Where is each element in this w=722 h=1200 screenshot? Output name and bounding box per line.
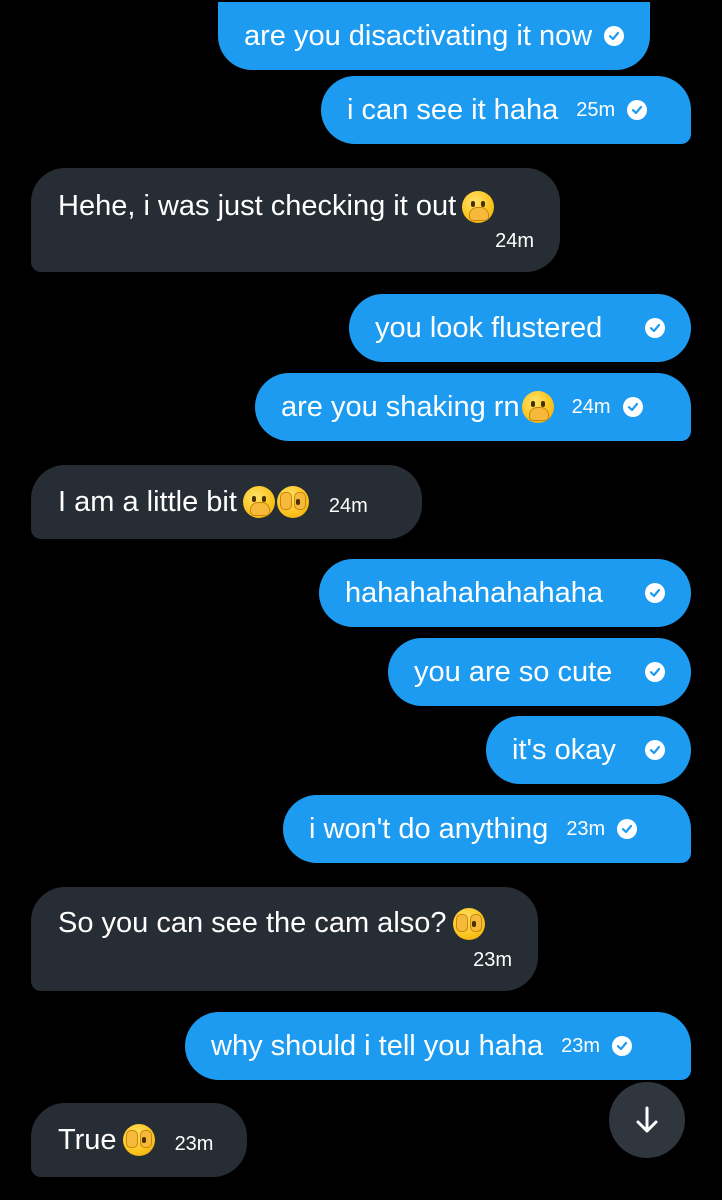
message-text: it's okay bbox=[512, 733, 616, 766]
message-time: 23m bbox=[561, 1034, 601, 1057]
read-receipt-icon bbox=[645, 583, 665, 603]
read-receipt-icon bbox=[645, 662, 665, 682]
hand-over-mouth-emoji bbox=[521, 391, 554, 423]
sent-message[interactable]: i can see it haha 25m bbox=[321, 76, 691, 144]
peeking-emoji bbox=[452, 907, 485, 940]
arrow-down-icon bbox=[636, 1106, 658, 1133]
sent-message[interactable]: hahahahahahahaha bbox=[319, 559, 691, 627]
message-time: 23m bbox=[566, 817, 606, 840]
read-receipt-icon bbox=[612, 1036, 633, 1056]
message-text: I am a little bit bbox=[58, 485, 237, 518]
message-text: i can see it haha bbox=[347, 93, 559, 126]
message-time: 24m bbox=[571, 395, 611, 418]
message-text: you are so cute bbox=[414, 655, 613, 688]
read-receipt-icon bbox=[622, 397, 643, 417]
message-time: 23m bbox=[473, 949, 512, 971]
message-text: True bbox=[58, 1123, 117, 1156]
received-message[interactable]: True 23m bbox=[31, 1103, 247, 1177]
message-time: 24m bbox=[328, 494, 368, 517]
message-text: hahahahahahahaha bbox=[345, 576, 604, 609]
peeking-emoji bbox=[122, 1124, 155, 1156]
received-message[interactable]: Hehe, i was just checking it out 24m bbox=[31, 168, 560, 272]
scroll-to-bottom-button[interactable] bbox=[609, 1082, 685, 1158]
hand-over-mouth-emoji bbox=[242, 486, 275, 518]
message-text: are you shaking rn bbox=[281, 390, 520, 423]
message-text: So you can see the cam also? bbox=[58, 907, 447, 939]
sent-message[interactable]: are you disactivating it now bbox=[218, 2, 651, 70]
sent-message[interactable]: it's okay bbox=[486, 716, 691, 784]
read-receipt-icon bbox=[645, 318, 665, 338]
peeking-emoji bbox=[276, 486, 309, 518]
sent-message[interactable]: are you shaking rn 24m bbox=[255, 373, 691, 441]
message-time: 24m bbox=[495, 230, 534, 252]
message-text: Hehe, i was just checking it out bbox=[58, 190, 457, 222]
read-receipt-icon bbox=[617, 819, 638, 839]
sent-message[interactable]: you are so cute bbox=[388, 638, 691, 706]
received-message[interactable]: I am a little bit 24m bbox=[31, 465, 422, 539]
hand-over-mouth-emoji bbox=[462, 190, 495, 223]
received-message[interactable]: So you can see the cam also? 23m bbox=[31, 887, 538, 991]
message-text: i won't do anything bbox=[309, 812, 549, 845]
sent-message[interactable]: why should i tell you haha 23m bbox=[185, 1012, 691, 1080]
read-receipt-icon bbox=[604, 26, 625, 46]
read-receipt-icon bbox=[645, 740, 665, 760]
sent-message[interactable]: i won't do anything 23m bbox=[283, 795, 691, 863]
message-text: are you disactivating it now bbox=[244, 19, 593, 52]
message-text: you look flustered bbox=[375, 311, 603, 344]
message-time: 23m bbox=[174, 1132, 214, 1155]
sent-message[interactable]: you look flustered bbox=[349, 294, 691, 362]
message-text: why should i tell you haha bbox=[211, 1029, 544, 1062]
message-time: 25m bbox=[576, 98, 616, 121]
read-receipt-icon bbox=[627, 100, 648, 120]
